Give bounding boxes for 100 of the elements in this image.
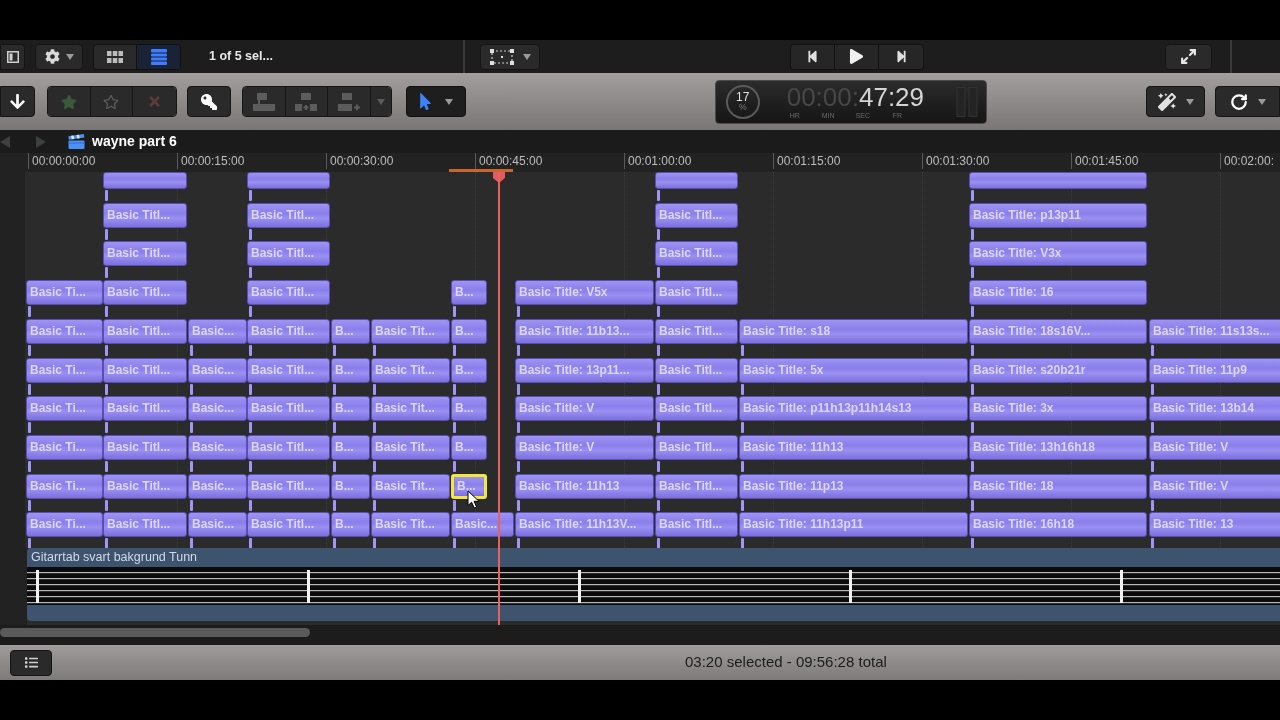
- title-clip[interactable]: Basic Title: V: [1149, 474, 1280, 499]
- title-clip[interactable]: Basic Titl...: [247, 280, 330, 305]
- next-edit-button[interactable]: [879, 44, 923, 69]
- title-clip[interactable]: Basic Titl...: [103, 203, 187, 228]
- title-clip[interactable]: Basic Tit...: [371, 474, 450, 499]
- title-clip[interactable]: Basic Title: 11h13V...: [515, 512, 654, 537]
- title-clip[interactable]: Basic Tit...: [371, 435, 450, 460]
- title-clip[interactable]: Basic Title: V: [1149, 435, 1280, 460]
- title-clip[interactable]: Basic Titl...: [655, 435, 738, 460]
- title-clip[interactable]: Basic Title: p13p11: [969, 203, 1147, 228]
- title-clip[interactable]: Basic Title: V3x: [969, 241, 1147, 266]
- tool-menu-button[interactable]: [406, 86, 466, 117]
- title-clip[interactable]: Basic Titl...: [103, 319, 187, 344]
- title-clip[interactable]: Basic Titl...: [247, 435, 330, 460]
- title-clip[interactable]: Basic Title: 13h16h18: [969, 435, 1147, 460]
- title-clip[interactable]: B...: [331, 512, 370, 537]
- title-clip[interactable]: Basic Titl...: [247, 474, 330, 499]
- title-clip[interactable]: Basic Title: 11h13: [515, 474, 654, 499]
- title-clip[interactable]: Basic Tit...: [371, 512, 450, 537]
- title-clip[interactable]: Basic Tit...: [371, 358, 450, 383]
- play-button[interactable]: [835, 44, 879, 69]
- sidebar-toggle-button[interactable]: [0, 43, 25, 70]
- title-clip[interactable]: Basic Tit...: [371, 319, 450, 344]
- title-clip[interactable]: Basic Titl...: [247, 512, 330, 537]
- title-clip[interactable]: Basic Titl...: [655, 358, 738, 383]
- title-clip[interactable]: Basic...: [188, 396, 247, 421]
- title-clip[interactable]: Basic...: [188, 358, 247, 383]
- time-ruler[interactable]: 00:00:00:00 00:00:15:00 00:00:30:00 00:00:45:00 00:01:00:00 00:01:15:00 00:01:30:00 00:01:45:00 00:02:00:: [0, 153, 1280, 172]
- title-clip[interactable]: B...: [451, 396, 487, 421]
- title-clip[interactable]: B...: [331, 396, 370, 421]
- action-menu-button[interactable]: [35, 43, 83, 70]
- title-clip[interactable]: B...: [331, 319, 370, 344]
- title-clip[interactable]: B...: [451, 474, 487, 499]
- title-clip[interactable]: Basic Titl...: [103, 474, 187, 499]
- title-clip[interactable]: Basic Title: 11h13p11: [739, 512, 968, 537]
- progress-ring[interactable]: 17 %: [725, 84, 760, 119]
- title-clip[interactable]: Basic Ti...: [26, 358, 103, 383]
- title-clip[interactable]: Basic Ti...: [26, 396, 103, 421]
- title-clip[interactable]: Basic Titl...: [655, 280, 738, 305]
- title-clip[interactable]: Basic Titl...: [103, 396, 187, 421]
- retime-menu-button[interactable]: [1215, 86, 1280, 117]
- title-clip[interactable]: Basic Titl...: [655, 241, 738, 266]
- title-clip[interactable]: Basic Title: 11b13...: [515, 319, 654, 344]
- title-clip[interactable]: Basic Title: 13p11...: [515, 358, 654, 383]
- title-clip[interactable]: Basic...: [188, 512, 247, 537]
- title-clip[interactable]: Basic Titl...: [655, 512, 738, 537]
- title-clip[interactable]: Basic Titl...: [103, 280, 187, 305]
- title-clip[interactable]: Basic Title: 11p9: [1149, 358, 1280, 383]
- title-clip[interactable]: Basic Title: 13: [1149, 512, 1280, 537]
- title-clip[interactable]: Basic Title: 5x: [739, 358, 968, 383]
- title-clip[interactable]: Basic...: [188, 319, 247, 344]
- title-clip[interactable]: [103, 172, 187, 189]
- title-clip[interactable]: Basic Titl...: [655, 474, 738, 499]
- transform-menu-button[interactable]: [480, 43, 540, 70]
- title-clip[interactable]: Basic Title: 11p13: [739, 474, 968, 499]
- title-clip[interactable]: Basic Titl...: [103, 358, 187, 383]
- title-clip[interactable]: Basic Title: 3x: [969, 396, 1147, 421]
- title-clip[interactable]: Basic Ti...: [26, 435, 103, 460]
- storyline-clip[interactable]: Gitarrtab svart bakgrund Tunn: [27, 548, 1280, 621]
- import-button[interactable]: [0, 86, 35, 117]
- title-clip[interactable]: [247, 172, 330, 189]
- title-clip[interactable]: Basic Title: p11h13p11h14s13: [739, 396, 968, 421]
- title-clip[interactable]: Basic...: [188, 474, 247, 499]
- title-clip[interactable]: Basic Titl...: [655, 396, 738, 421]
- title-clip[interactable]: Basic Title: V: [515, 396, 654, 421]
- title-clip[interactable]: Basic Ti...: [26, 280, 103, 305]
- title-clip[interactable]: [655, 172, 738, 189]
- title-clip[interactable]: B...: [331, 358, 370, 383]
- fullscreen-button[interactable]: [1165, 43, 1212, 70]
- title-clip[interactable]: Basic Title: s18: [739, 319, 968, 344]
- title-clip[interactable]: Basic Titl...: [247, 241, 330, 266]
- title-clip[interactable]: Basic Title: 16h18: [969, 512, 1147, 537]
- title-clip[interactable]: Basic Title: V: [515, 435, 654, 460]
- title-clip[interactable]: Basic Titl...: [247, 319, 330, 344]
- previous-edit-button[interactable]: [791, 44, 835, 69]
- title-clip[interactable]: Basic Title: 11s13s...: [1149, 319, 1280, 344]
- title-clip[interactable]: Basic Titl...: [247, 358, 330, 383]
- title-clip[interactable]: B...: [331, 435, 370, 460]
- title-clip[interactable]: Basic Ti...: [26, 512, 103, 537]
- title-clip[interactable]: Basic Ti...: [26, 474, 103, 499]
- title-clip[interactable]: B...: [451, 358, 487, 383]
- title-clip[interactable]: B...: [451, 319, 487, 344]
- title-clip[interactable]: Basic Titl...: [103, 435, 187, 460]
- title-clip[interactable]: [969, 172, 1147, 189]
- title-clip[interactable]: Basic Ti...: [26, 319, 103, 344]
- view-button[interactable]: [94, 44, 137, 69]
- title-clip[interactable]: B...: [451, 280, 487, 305]
- title-clip[interactable]: Basic...: [451, 512, 514, 537]
- title-clip[interactable]: Basic Title: 11h13: [739, 435, 968, 460]
- title-clip[interactable]: Basic...: [188, 435, 247, 460]
- title-clip[interactable]: Basic Tit...: [371, 396, 450, 421]
- title-clip[interactable]: Basic Title: 13b14: [1149, 396, 1280, 421]
- title-clip[interactable]: Basic Title: s20b21r: [969, 358, 1147, 383]
- title-clip[interactable]: Basic Titl...: [655, 203, 738, 228]
- title-clip[interactable]: Basic Title: 18s16V...: [969, 319, 1147, 344]
- effects-menu-button[interactable]: [1145, 86, 1206, 117]
- keyword-button[interactable]: [187, 86, 231, 117]
- timeline-index-button[interactable]: [10, 649, 52, 676]
- title-clip[interactable]: Basic Title: 18: [969, 474, 1147, 499]
- title-clip[interactable]: Basic Titl...: [103, 241, 187, 266]
